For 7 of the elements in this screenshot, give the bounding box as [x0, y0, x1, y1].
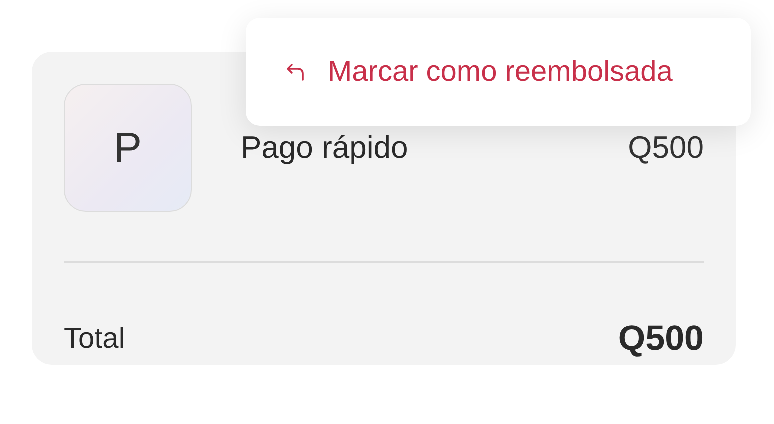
item-amount: Q500 — [628, 130, 704, 166]
avatar-tile: P — [64, 84, 192, 212]
menu-item[interactable]: Marcar como reembolsada — [286, 56, 673, 88]
total-label: Total — [64, 322, 126, 356]
total-amount: Q500 — [618, 319, 704, 359]
return-arrow-icon — [286, 63, 306, 81]
item-name: Pago rápido — [241, 130, 410, 166]
